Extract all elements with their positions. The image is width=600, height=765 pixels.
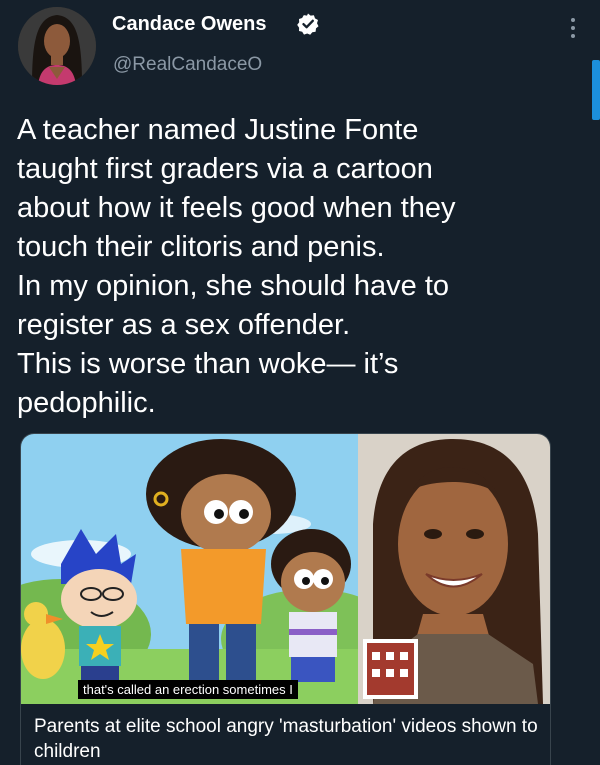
tweet-line: A teacher named Justine Fonte (17, 114, 419, 146)
tweet-line: about how it feels good when they (17, 192, 456, 224)
card-title[interactable]: Parents at elite school angry 'masturbat… (34, 714, 544, 764)
more-dot (571, 34, 575, 38)
card-media[interactable]: that's called an erection sometimes I (21, 434, 550, 704)
tweet-header: Candace Owens @RealCandaceO (0, 0, 600, 120)
tweet-line: In my opinion, she should have to (17, 270, 450, 302)
tweet-line: pedophilic. (17, 387, 156, 419)
verified-badge-icon (296, 12, 320, 36)
scrollbar-thumb[interactable] (592, 60, 600, 120)
link-card[interactable]: that's called an erection sometimes I Pa… (20, 433, 551, 765)
tweet-line: touch their clitoris and penis. (17, 231, 385, 263)
more-dot (571, 26, 575, 30)
tweet-line: register as a sex offender. (17, 309, 351, 341)
cartoon-image (21, 434, 401, 704)
author-name[interactable]: Candace Owens (112, 13, 267, 36)
author-handle[interactable]: @RealCandaceO (113, 54, 262, 76)
author-avatar[interactable] (18, 7, 96, 85)
more-dot (571, 18, 575, 22)
video-caption: that's called an erection sometimes I (78, 680, 298, 699)
tweet-line: This is worse than woke— it’s (17, 348, 399, 380)
tweet-text: A teacher named Justine Fonte taught fir… (17, 111, 587, 423)
more-vertical-icon[interactable] (562, 10, 584, 46)
tweet-line: taught first graders via a cartoon (17, 153, 433, 185)
teacher-photo (358, 434, 550, 704)
